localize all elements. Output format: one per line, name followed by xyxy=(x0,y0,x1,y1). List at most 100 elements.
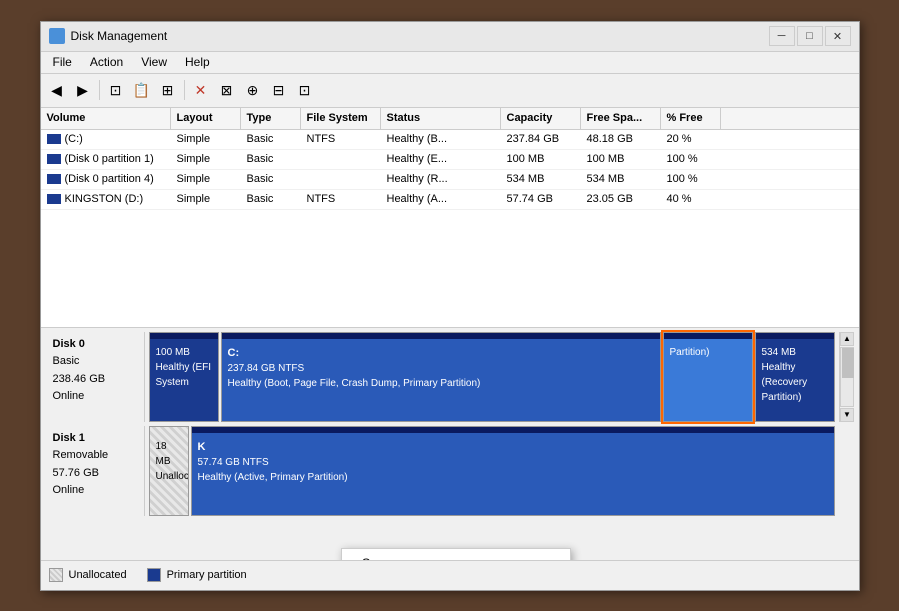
cell-type: Basic xyxy=(241,170,301,189)
toolbar-btn-add[interactable]: ⊞ xyxy=(156,78,180,102)
partition-content: 18 MB Unallocated xyxy=(156,439,182,484)
toolbar-btn-options[interactable]: ⊡ xyxy=(293,78,317,102)
disk1-label: Disk 1 Removable 57.76 GB Online xyxy=(45,426,145,516)
menu-help[interactable]: Help xyxy=(177,53,218,71)
disk1-status: Online xyxy=(53,482,136,500)
cell-fs: NTFS xyxy=(301,130,381,149)
disk1-unallocated[interactable]: 18 MB Unallocated xyxy=(149,426,189,516)
col-header-freespace[interactable]: Free Spa... xyxy=(581,108,661,129)
cell-freespace: 100 MB xyxy=(581,150,661,169)
app-icon xyxy=(49,28,65,44)
cell-layout: Simple xyxy=(171,150,241,169)
cell-fs xyxy=(301,150,381,169)
cell-fs: NTFS xyxy=(301,190,381,209)
legend-unallocated: Unallocated xyxy=(49,568,127,582)
cell-pctfree: 100 % xyxy=(661,150,721,169)
title-bar: Disk Management ─ □ ✕ xyxy=(41,22,859,52)
cell-status: Healthy (E... xyxy=(381,150,501,169)
table-row[interactable]: KINGSTON (D:) Simple Basic NTFS Healthy … xyxy=(41,190,859,210)
cell-capacity: 100 MB xyxy=(501,150,581,169)
cell-layout: Simple xyxy=(171,190,241,209)
toolbar-btn-grid[interactable]: ⊡ xyxy=(104,78,128,102)
title-bar-left: Disk Management xyxy=(49,28,168,44)
disk0-partition-efi[interactable]: 100 MB Healthy (EFI System xyxy=(149,332,219,422)
menu-file[interactable]: File xyxy=(45,53,80,71)
ctx-open[interactable]: Open xyxy=(342,551,570,560)
disk0-row: Disk 0 Basic 238.46 GB Online 100 MB Hea… xyxy=(45,332,855,422)
table-header: Volume Layout Type File System Status Ca… xyxy=(41,108,859,130)
cell-type: Basic xyxy=(241,130,301,149)
col-header-layout[interactable]: Layout xyxy=(171,108,241,129)
toolbar-btn-export[interactable]: ⊠ xyxy=(215,78,239,102)
partition-content: C: 237.84 GB NTFS Healthy (Boot, Page Fi… xyxy=(228,345,654,392)
col-header-type[interactable]: Type xyxy=(241,108,301,129)
content-area: Volume Layout Type File System Status Ca… xyxy=(41,108,859,560)
disk0-partition-c[interactable]: C: 237.84 GB NTFS Healthy (Boot, Page Fi… xyxy=(221,332,661,422)
legend-primary-box xyxy=(147,568,161,582)
scroll-thumb[interactable] xyxy=(842,348,854,378)
back-button[interactable]: ◀ xyxy=(45,78,69,102)
table-row[interactable]: (C:) Simple Basic NTFS Healthy (B... 237… xyxy=(41,130,859,150)
legend-primary: Primary partition xyxy=(147,568,247,582)
toolbar-btn-doc[interactable]: 📋 xyxy=(130,78,154,102)
table-row[interactable]: (Disk 0 partition 4) Simple Basic Health… xyxy=(41,170,859,190)
cell-pctfree: 100 % xyxy=(661,170,721,189)
cell-status: Healthy (A... xyxy=(381,190,501,209)
disk1-partitions: 18 MB Unallocated K 57.74 GB NTFS Health… xyxy=(145,426,839,516)
table-row[interactable]: (Disk 0 partition 1) Simple Basic Health… xyxy=(41,150,859,170)
partition-content: 100 MB Healthy (EFI System xyxy=(156,345,212,390)
disk1-partition-kingston[interactable]: K 57.74 GB NTFS Healthy (Active, Primary… xyxy=(191,426,835,516)
partition-top-bar xyxy=(756,333,834,339)
toolbar-btn-import[interactable]: ⊕ xyxy=(241,78,265,102)
disk-management-window: Disk Management ─ □ ✕ File Action View H… xyxy=(40,21,860,591)
cell-volume: (C:) xyxy=(41,130,171,149)
minimize-button[interactable]: ─ xyxy=(769,26,795,46)
cell-status: Healthy (R... xyxy=(381,170,501,189)
cell-freespace: 23.05 GB xyxy=(581,190,661,209)
cell-freespace: 48.18 GB xyxy=(581,130,661,149)
scrollbar-placeholder xyxy=(839,426,855,516)
volume-table: Volume Layout Type File System Status Ca… xyxy=(41,108,859,328)
disk0-partition-recovery[interactable]: 534 MB Healthy (Recovery Partition) xyxy=(755,332,835,422)
legend-unalloc-label: Unallocated xyxy=(69,569,127,581)
volume-icon xyxy=(47,134,61,144)
col-header-filesystem[interactable]: File System xyxy=(301,108,381,129)
toolbar-btn-delete[interactable]: ✕ xyxy=(189,78,213,102)
partition-top-bar xyxy=(192,427,834,433)
disk1-row: Disk 1 Removable 57.76 GB Online 18 MB U… xyxy=(45,426,855,516)
disk0-label: Disk 0 Basic 238.46 GB Online xyxy=(45,332,145,422)
toolbar-btn-view[interactable]: ⊟ xyxy=(267,78,291,102)
scroll-down-button[interactable]: ▼ xyxy=(840,408,854,422)
status-bar: Unallocated Primary partition xyxy=(41,560,859,590)
col-header-status[interactable]: Status xyxy=(381,108,501,129)
menu-view[interactable]: View xyxy=(133,53,175,71)
maximize-button[interactable]: □ xyxy=(797,26,823,46)
disk0-size: 238.46 GB xyxy=(53,371,136,389)
toolbar-separator-2 xyxy=(184,80,185,100)
disk0-partition-selected[interactable]: Partition) xyxy=(663,332,753,422)
volume-icon xyxy=(47,154,61,164)
cell-type: Basic xyxy=(241,150,301,169)
menu-action[interactable]: Action xyxy=(82,53,131,71)
cell-layout: Simple xyxy=(171,130,241,149)
partition-top-bar xyxy=(222,333,660,339)
disk1-name: Disk 1 xyxy=(53,430,136,448)
forward-button[interactable]: ▶ xyxy=(71,78,95,102)
close-button[interactable]: ✕ xyxy=(825,26,851,46)
col-header-volume[interactable]: Volume xyxy=(41,108,171,129)
partition-content: K 57.74 GB NTFS Healthy (Active, Primary… xyxy=(198,439,828,486)
legend-primary-label: Primary partition xyxy=(167,569,247,581)
partition-content: 534 MB Healthy (Recovery Partition) xyxy=(762,345,828,405)
col-header-capacity[interactable]: Capacity xyxy=(501,108,581,129)
scroll-up-button[interactable]: ▲ xyxy=(840,332,854,346)
disk0-type: Basic xyxy=(53,353,136,371)
partition-top-bar xyxy=(150,333,218,339)
cell-capacity: 237.84 GB xyxy=(501,130,581,149)
disk1-type: Removable xyxy=(53,447,136,465)
cell-capacity: 57.74 GB xyxy=(501,190,581,209)
cell-volume: (Disk 0 partition 4) xyxy=(41,170,171,189)
scrollbar[interactable]: ▲ ▼ xyxy=(839,332,855,422)
cell-status: Healthy (B... xyxy=(381,130,501,149)
cell-volume: KINGSTON (D:) xyxy=(41,190,171,209)
col-header-pctfree[interactable]: % Free xyxy=(661,108,721,129)
